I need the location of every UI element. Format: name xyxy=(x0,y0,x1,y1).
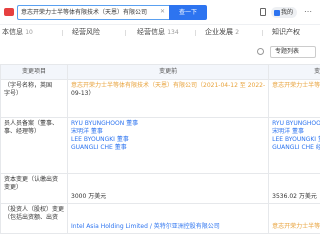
person-link[interactable]: GUANGLI CHE 经理 xyxy=(272,144,320,152)
tab-divider xyxy=(262,30,263,36)
tab-count: 2 xyxy=(235,29,240,36)
tab-development[interactable]: 企业发展 2 xyxy=(205,28,239,37)
after-cell: RYU BYUNGHOON 董事 宋明洋 董事 LEE BYOUNGKI 董事 … xyxy=(268,117,320,174)
tab-bar: 本信息 10 经营风险 经营信息 134 企业发展 2 知识产权 xyxy=(0,26,320,40)
download-label: 专题列表 xyxy=(275,48,300,55)
table-row: （字号名称，英国 字号） 意志开荣力士半等体有限技术（天恩）有限公司（2021-… xyxy=(0,79,320,118)
info-icon[interactable] xyxy=(257,48,264,55)
table-header-row: 变更项目 变更前 变更后 xyxy=(0,64,320,80)
column-header[interactable]: 变更后 xyxy=(268,64,320,80)
tab-divider xyxy=(62,30,63,36)
cell-line: 字号） xyxy=(4,90,23,97)
cell-line: 事、经理等） xyxy=(4,128,41,135)
toolbar: 专题列表 xyxy=(0,44,320,62)
table-row: 资本变更（认缴出资 变更） 3000 万美元 3536.02 万美元 xyxy=(0,173,320,204)
before-cell: RYU BYUNGHOON 董事 宋明洋 董事 LEE BYOUNGKI 董事 … xyxy=(67,117,270,174)
page: 意志开荣力士半等体有限技术（天恩）有限公司 ✕ 查一下 我的 ⋯ 本信息 10 … xyxy=(0,0,320,240)
person-link[interactable]: 宋明洋 董事 xyxy=(71,128,265,136)
after-cell: 意志开荣力士半等体有限技术（大连） xyxy=(268,203,320,234)
tab-count: 10 xyxy=(25,29,33,36)
tab-count: 134 xyxy=(167,29,179,36)
change-item-cell: 员人员备案（董事、 事、经理等） xyxy=(0,117,69,174)
search-button[interactable]: 查一下 xyxy=(169,5,207,20)
search-input[interactable]: 意志开荣力士半等体有限技术（天恩）有限公司 xyxy=(17,5,169,20)
person-link[interactable]: RYU BYUNGHOON 董事 xyxy=(71,120,265,128)
person-link[interactable]: RYU BYUNGHOON 董事 xyxy=(272,120,320,128)
cell-line: 员人员备案（董事、 xyxy=(4,120,59,127)
tab-label: 经营风险 xyxy=(72,28,100,36)
tab-ip[interactable]: 知识产权 xyxy=(272,28,300,37)
logo-icon[interactable] xyxy=(4,8,14,16)
after-cell: 意志开荣力士半等体有限技术 xyxy=(268,79,320,118)
cell-line: （字号名称，英国 xyxy=(4,82,53,89)
cell-line: 3536.02 万美元 xyxy=(272,193,317,200)
person-link[interactable]: LEE BYOUNGKI 董事 xyxy=(71,136,265,144)
more-icon[interactable]: ⋯ xyxy=(304,7,312,17)
user-menu[interactable]: 我的 xyxy=(271,7,297,18)
company-link[interactable]: 意志开荣力士半等体有限技术（天恩）有限公司（2021-04-12 至 2022- xyxy=(71,82,265,90)
top-search-bar: 意志开荣力士半等体有限技术（天恩）有限公司 ✕ 查一下 我的 ⋯ xyxy=(0,0,320,25)
clear-icon[interactable]: ✕ xyxy=(160,9,165,15)
person-link[interactable]: GUANGLI CHE 董事 xyxy=(71,144,265,152)
tab-divider xyxy=(125,30,126,36)
tab-divider xyxy=(195,30,196,36)
cell-line: 资本变更（认缴出资 xyxy=(4,176,59,183)
tab-basic-info[interactable]: 本信息 10 xyxy=(2,28,33,37)
change-item-cell: （字号名称，英国 字号） xyxy=(0,79,69,118)
company-link[interactable]: Intel Asia Holding Limited / 英特尔亚洲控股有限公司 xyxy=(71,223,265,231)
tab-label: 本信息 xyxy=(2,28,23,36)
cell-line: 09-13） xyxy=(71,90,95,97)
mobile-app-icon[interactable] xyxy=(260,8,266,16)
avatar xyxy=(274,9,280,16)
cell-line: 3000 万美元 xyxy=(71,193,107,200)
table-row: （投资人（股权）变更 （包括出资额、出资 Intel Asia Holding … xyxy=(0,203,320,234)
tab-label: 知识产权 xyxy=(272,28,300,36)
tab-label: 企业发展 xyxy=(205,28,233,36)
person-link[interactable]: LEE BYOUNGKI 董事 xyxy=(272,136,320,144)
change-item-cell: 资本变更（认缴出资 变更） xyxy=(0,173,69,204)
cell-line: （投资人（股权）变更 xyxy=(4,206,65,213)
change-record-table: 变更项目 变更前 变更后 （字号名称，英国 字号） 意志开荣力士半等体有限技术（… xyxy=(0,64,320,234)
cell-line: （包括出资额、出资 xyxy=(4,214,59,221)
after-cell: 3536.02 万美元 xyxy=(268,173,320,204)
download-button[interactable]: 专题列表 xyxy=(270,46,316,58)
company-link[interactable]: 意志开荣力士半等体有限技术 xyxy=(272,82,320,90)
before-cell: 意志开荣力士半等体有限技术（天恩）有限公司（2021-04-12 至 2022-… xyxy=(67,79,270,118)
tab-business-info[interactable]: 经营信息 134 xyxy=(137,28,179,37)
user-label: 我的 xyxy=(281,9,294,16)
company-link[interactable]: 意志开荣力士半等体有限技术（大连） xyxy=(272,223,320,231)
column-header[interactable]: 变更项目 xyxy=(0,64,69,80)
tab-business-risk[interactable]: 经营风险 xyxy=(72,28,100,37)
tab-label: 经营信息 xyxy=(137,28,165,36)
column-header[interactable]: 变更前 xyxy=(67,64,270,80)
before-cell: 3000 万美元 xyxy=(67,173,270,204)
cell-line: 变更） xyxy=(4,184,23,191)
top-right-actions: 我的 ⋯ xyxy=(260,7,320,19)
table-row: 员人员备案（董事、 事、经理等） RYU BYUNGHOON 董事 宋明洋 董事… xyxy=(0,117,320,174)
before-cell: Intel Asia Holding Limited / 英特尔亚洲控股有限公司 xyxy=(67,203,270,234)
person-link[interactable]: 宋明洋 董事 xyxy=(272,128,320,136)
change-item-cell: （投资人（股权）变更 （包括出资额、出资 xyxy=(0,203,69,234)
